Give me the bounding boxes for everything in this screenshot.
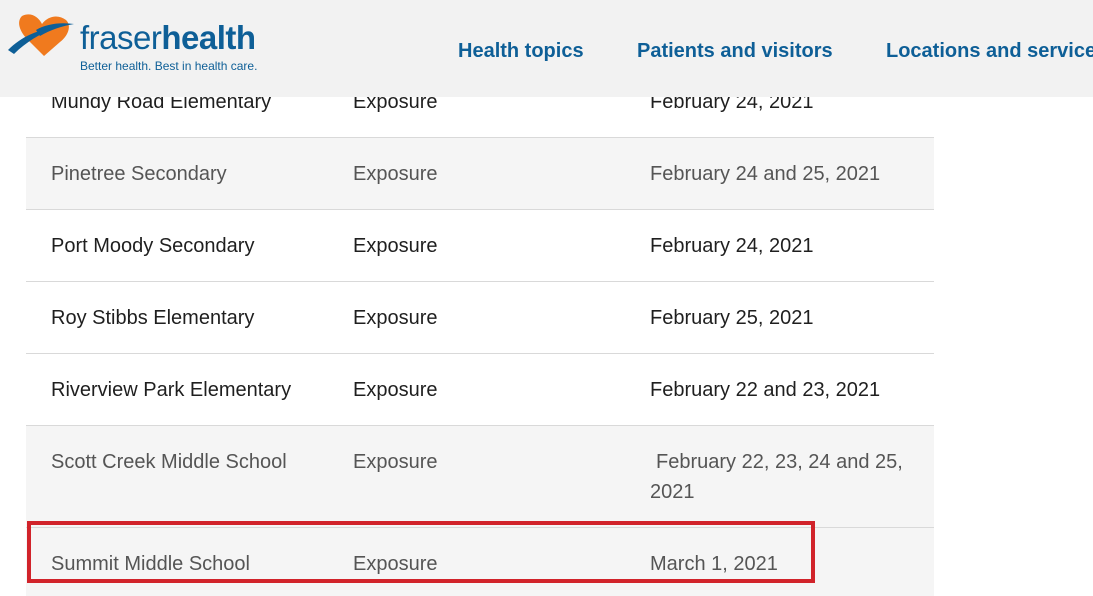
- exposure-dates: February 22, 23, 24 and 25, 2021: [650, 451, 903, 503]
- exposure-type: Exposure: [353, 307, 438, 329]
- exposure-type: Exposure: [353, 163, 438, 185]
- exposure-type: Exposure: [353, 235, 438, 257]
- table-row: Pinetree Secondary Exposure February 24 …: [26, 138, 934, 210]
- nav-locations-services[interactable]: Locations and services: [886, 38, 1093, 64]
- exposure-dates: February 24 and 25, 2021: [650, 163, 881, 185]
- nav-health-topics[interactable]: Health topics: [458, 38, 584, 64]
- site-header: fraserhealth Better health. Best in heal…: [0, 0, 1093, 97]
- school-name: Pinetree Secondary: [51, 163, 227, 185]
- school-name: Scott Creek Middle School: [51, 451, 287, 473]
- exposure-dates: February 25, 2021: [650, 307, 814, 329]
- table-row: Roy Stibbs Elementary Exposure February …: [26, 282, 934, 354]
- table-row: Riverview Park Elementary Exposure Febru…: [26, 354, 934, 426]
- school-exposure-table: Mundy Road Elementary Exposure February …: [26, 66, 934, 596]
- exposure-dates: February 24, 2021: [650, 235, 814, 257]
- main-nav: Health topics Patients and visitors Loca…: [0, 38, 1093, 64]
- table-row: Port Moody Secondary Exposure February 2…: [26, 210, 934, 282]
- highlight-box: [27, 521, 815, 583]
- table-row: Scott Creek Middle School Exposure Febru…: [26, 426, 934, 528]
- exposure-type: Exposure: [353, 451, 438, 473]
- nav-patients-visitors[interactable]: Patients and visitors: [637, 38, 833, 64]
- school-name: Riverview Park Elementary: [51, 379, 292, 401]
- school-name: Roy Stibbs Elementary: [51, 307, 255, 329]
- exposure-dates: February 22 and 23, 2021: [650, 379, 881, 401]
- exposure-type: Exposure: [353, 379, 438, 401]
- school-name: Port Moody Secondary: [51, 235, 255, 257]
